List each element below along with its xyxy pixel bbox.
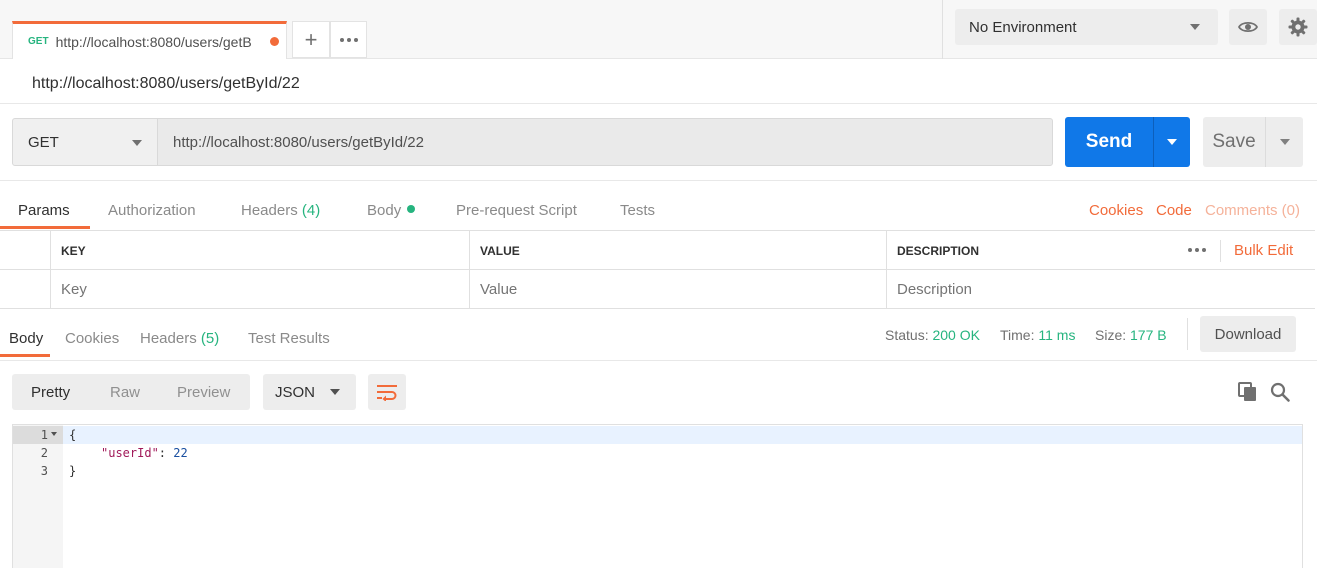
method-select[interactable]: GET (12, 118, 158, 166)
param-key-input[interactable] (61, 281, 469, 298)
search-icon[interactable] (1270, 382, 1290, 405)
manage-environments-button[interactable] (1279, 9, 1317, 45)
params-table: KEY VALUE DESCRIPTION Bulk Edit (0, 230, 1315, 309)
save-button[interactable]: Save (1203, 117, 1265, 167)
params-header-row: KEY VALUE DESCRIPTION Bulk Edit (0, 231, 1315, 270)
method-select-value: GET (28, 133, 59, 151)
view-preview-button[interactable]: Preview (177, 384, 230, 401)
description-cell (886, 270, 1315, 309)
value-column-header: VALUE (469, 231, 886, 270)
key-cell (50, 270, 469, 309)
line-number: 3 (40, 464, 48, 478)
tab-strip: GET http://localhost:8080/users/getB + N… (0, 0, 1317, 59)
divider (0, 103, 1317, 104)
tab-body[interactable]: Body (367, 202, 416, 219)
wrap-lines-icon (377, 385, 397, 401)
view-pretty-button[interactable]: Pretty (31, 384, 70, 401)
wrap-lines-button[interactable] (368, 374, 406, 410)
more-dots-icon[interactable] (1188, 248, 1209, 252)
tab-authorization[interactable]: Authorization (108, 202, 196, 219)
size-value: 177 B (1130, 327, 1167, 343)
line-number: 1 (40, 428, 48, 442)
environment-quick-look-button[interactable] (1229, 9, 1267, 45)
fold-arrow-icon[interactable] (51, 432, 57, 436)
chevron-down-icon (330, 389, 340, 395)
tab-tests[interactable]: Tests (620, 202, 655, 219)
format-select[interactable]: JSON (263, 374, 356, 410)
line-number: 2 (40, 446, 48, 460)
environment-select[interactable]: No Environment (955, 9, 1218, 45)
send-options-button[interactable] (1153, 117, 1190, 167)
response-time: Time: 11 ms (1000, 327, 1076, 343)
param-description-input[interactable] (897, 281, 1315, 298)
json-key: "userId" (101, 446, 159, 460)
active-tab-underline (0, 354, 50, 357)
chevron-down-icon (1167, 139, 1177, 145)
status-value: 200 OK (932, 327, 980, 343)
send-button[interactable]: Send (1065, 117, 1153, 167)
divider (0, 180, 1317, 181)
tab-options-button[interactable] (330, 21, 367, 58)
plus-icon: + (304, 26, 318, 52)
copy-icon[interactable] (1238, 382, 1258, 405)
download-button[interactable]: Download (1200, 316, 1296, 352)
headers-count: (4) (301, 202, 321, 219)
request-tab-title: http://localhost:8080/users/getB (55, 33, 252, 50)
response-tab-test-results[interactable]: Test Results (248, 330, 330, 347)
more-dots-icon (339, 37, 344, 42)
chevron-down-icon (132, 140, 142, 146)
gear-icon (1288, 17, 1308, 37)
divider (0, 360, 1317, 361)
response-tab-headers[interactable]: Headers (5) (140, 330, 219, 347)
code-line: { (69, 428, 77, 442)
response-headers-count: (5) (200, 330, 220, 347)
url-input[interactable] (157, 118, 1053, 166)
response-tab-cookies[interactable]: Cookies (65, 330, 119, 347)
chevron-down-icon (1190, 24, 1200, 30)
tab-pre-request-script[interactable]: Pre-request Script (456, 202, 577, 219)
request-tab-method: GET (28, 36, 49, 47)
format-select-value: JSON (275, 383, 316, 401)
chevron-down-icon (1279, 139, 1290, 145)
request-tab[interactable]: GET http://localhost:8080/users/getB (12, 21, 287, 59)
eye-icon (1238, 21, 1258, 33)
response-body-editor[interactable]: 1 2 3 { "userId": 22 } (12, 424, 1303, 568)
code-link[interactable]: Code (1156, 202, 1192, 219)
code-line: "userId": 22 (101, 446, 188, 460)
divider (1220, 240, 1221, 262)
body-indicator-dot-icon (407, 205, 416, 213)
params-row (0, 270, 1315, 309)
view-raw-button[interactable]: Raw (110, 384, 140, 401)
unsaved-dot-icon (269, 37, 279, 46)
key-column-header: KEY (50, 231, 469, 270)
value-cell (469, 270, 886, 309)
bulk-edit-link[interactable]: Bulk Edit (1234, 242, 1293, 259)
response-size: Size: 177 B (1095, 327, 1167, 343)
environment-divider (942, 0, 943, 59)
cookies-link[interactable]: Cookies (1089, 202, 1143, 219)
param-value-input[interactable] (480, 281, 886, 298)
divider (1187, 318, 1188, 350)
tab-headers[interactable]: Headers (4) (241, 202, 320, 219)
environment-select-value: No Environment (969, 18, 1077, 36)
request-name-heading[interactable]: http://localhost:8080/users/getById/22 (32, 75, 300, 93)
save-options-button[interactable] (1265, 117, 1303, 167)
time-value: 11 ms (1038, 327, 1076, 343)
response-status: Status: 200 OK (885, 327, 980, 343)
comments-link[interactable]: Comments (0) (1205, 202, 1300, 219)
view-mode-group: Pretty Raw Preview (12, 374, 250, 410)
response-tab-body[interactable]: Body (9, 330, 43, 347)
json-value: 22 (173, 446, 188, 460)
active-tab-underline (0, 226, 90, 229)
active-line-highlight (63, 426, 1302, 444)
new-tab-button[interactable]: + (292, 21, 330, 58)
tab-params[interactable]: Params (18, 202, 70, 219)
code-line: } (69, 464, 77, 478)
